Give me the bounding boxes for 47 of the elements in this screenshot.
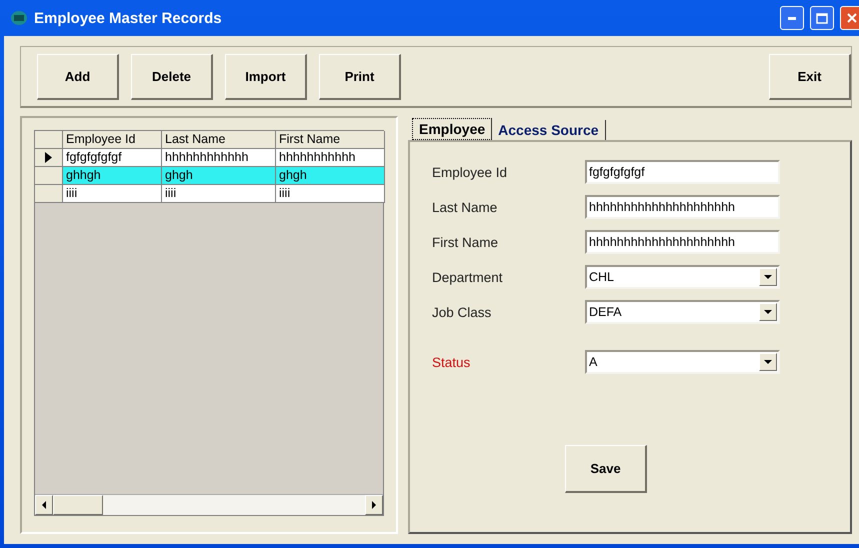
toolbar-button[interactable]: Delete: [131, 54, 213, 100]
right-arrow-icon: [372, 501, 376, 509]
column-header[interactable]: First Name: [276, 131, 385, 149]
toolbar-button[interactable]: Add: [37, 54, 119, 100]
field-label: Status: [432, 354, 472, 370]
minimize-icon: [788, 16, 796, 20]
field-label: Job Class: [432, 304, 492, 320]
maximize-button[interactable]: [810, 6, 834, 30]
input-field[interactable]: hhhhhhhhhhhhhhhhhhhhh: [585, 230, 780, 254]
current-row-icon: [45, 152, 52, 163]
scroll-right-button[interactable]: [365, 495, 383, 515]
window-title: Employee Master Records: [34, 10, 223, 26]
column-header[interactable]: Employee Id: [63, 131, 162, 149]
grid-cell[interactable]: hhhhhhhhhhhh: [162, 149, 276, 167]
toolbar-button[interactable]: Import: [225, 54, 307, 100]
column-header[interactable]: Last Name: [162, 131, 276, 149]
grid-cell[interactable]: iiii: [276, 185, 385, 203]
maximize-icon: [816, 12, 828, 24]
input-field[interactable]: hhhhhhhhhhhhhhhhhhhhh: [585, 195, 780, 219]
dropdown-field[interactable]: A: [585, 350, 780, 374]
toolbar-button[interactable]: Print: [319, 54, 401, 100]
dropdown-field[interactable]: DEFA: [585, 300, 780, 324]
field-label: Last Name: [432, 200, 498, 214]
save-button[interactable]: Save: [565, 445, 647, 493]
minimize-button[interactable]: [780, 6, 804, 30]
grid-cell[interactable]: hhhhhhhhhhh: [276, 149, 385, 167]
grid-cell[interactable]: ghhgh: [63, 167, 162, 185]
left-arrow-icon: [42, 501, 46, 509]
grid-cell[interactable]: iiii: [63, 185, 162, 203]
app-icon: [10, 10, 28, 26]
close-button[interactable]: [840, 6, 859, 30]
field-label: Department: [432, 270, 504, 284]
dropdown-field[interactable]: CHL: [585, 265, 780, 289]
exit-button[interactable]: Exit: [769, 54, 851, 100]
close-icon: [846, 12, 858, 24]
scroll-thumb[interactable]: [53, 495, 103, 515]
input-field[interactable]: fgfgfgfgfgf: [585, 160, 780, 184]
grid-cell[interactable]: iiii: [162, 185, 276, 203]
grid-cell[interactable]: ghgh: [162, 167, 276, 185]
field-label: First Name: [432, 234, 500, 250]
grid-cell[interactable]: ghgh: [276, 167, 385, 185]
scroll-left-button[interactable]: [35, 495, 53, 515]
row-header[interactable]: [35, 149, 63, 167]
horizontal-scrollbar[interactable]: [35, 494, 383, 515]
field-label: Employee Id: [432, 164, 508, 180]
tab[interactable]: Employee: [412, 118, 492, 140]
grid-cell[interactable]: fgfgfgfgfgf: [63, 149, 162, 167]
